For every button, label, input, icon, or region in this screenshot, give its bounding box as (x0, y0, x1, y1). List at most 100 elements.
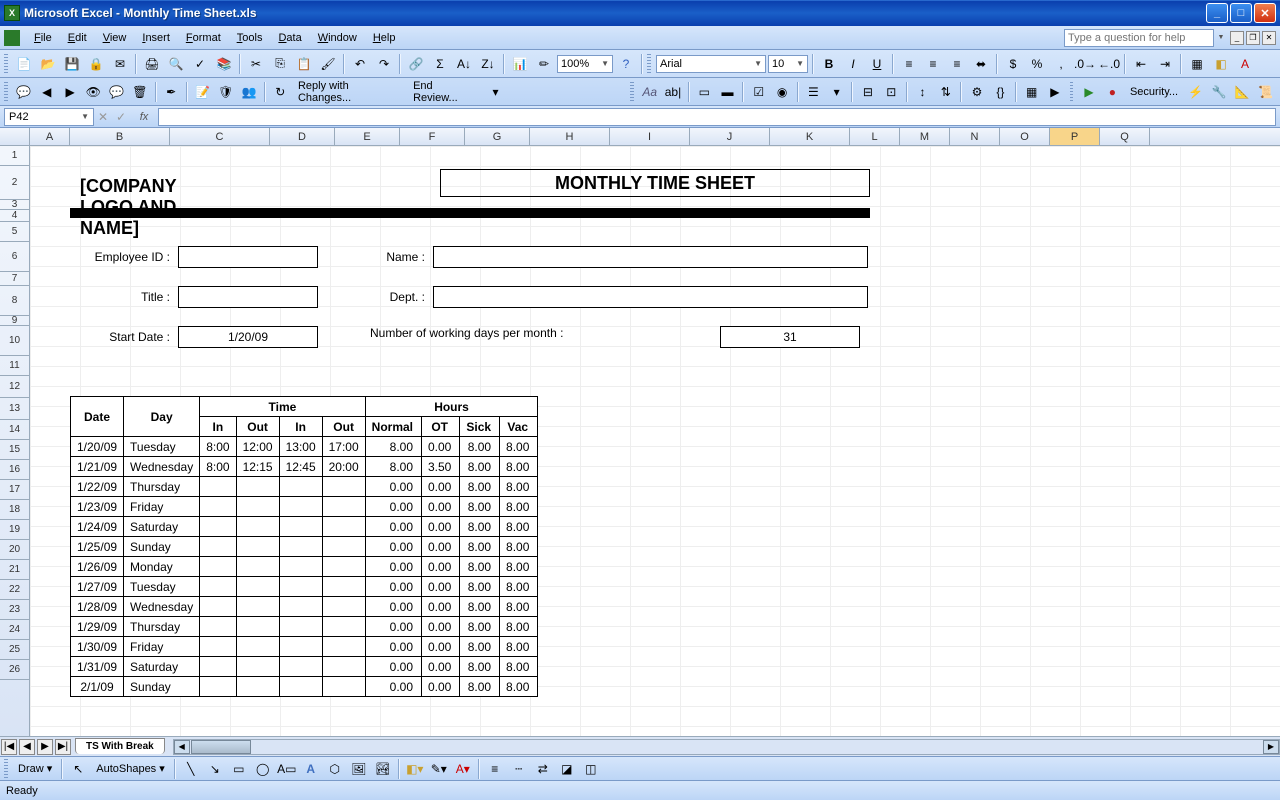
save-button[interactable]: 💾 (61, 53, 83, 75)
table-row[interactable]: 1/28/09Wednesday0.000.008.008.00 (71, 597, 538, 617)
table-row[interactable]: 1/27/09Tuesday0.000.008.008.00 (71, 577, 538, 597)
align-right-button[interactable]: ≡ (946, 53, 968, 75)
undo-button[interactable]: ↶ (349, 53, 371, 75)
workdays-field[interactable]: 31 (720, 326, 860, 348)
row-head-10[interactable]: 10 (0, 326, 29, 356)
clipart-button[interactable]: 🖼 (348, 758, 370, 780)
dash-style-button[interactable]: ┄ (508, 758, 530, 780)
align-left-button[interactable]: ≡ (898, 53, 920, 75)
new-button[interactable]: 📄 (13, 53, 35, 75)
row-head-20[interactable]: 20 (0, 540, 29, 560)
help-dropdown-icon[interactable]: ▼ (1214, 34, 1228, 41)
toolbar-handle[interactable] (4, 54, 8, 74)
macro-play-button[interactable]: ▶ (1078, 81, 1099, 103)
comma-button[interactable]: , (1050, 53, 1072, 75)
table-row[interactable]: 1/29/09Thursday0.000.008.008.00 (71, 617, 538, 637)
forms-properties-button[interactable]: ⚙ (966, 81, 987, 103)
new-comment-button[interactable]: 💬 (13, 81, 34, 103)
col-head-L[interactable]: L (850, 128, 900, 145)
close-button[interactable]: ✕ (1254, 3, 1276, 23)
menu-insert[interactable]: Insert (134, 29, 178, 47)
increase-indent-button[interactable]: ⇥ (1154, 53, 1176, 75)
table-row[interactable]: 1/20/09Tuesday8:0012:0013:0017:008.000.0… (71, 437, 538, 457)
col-head-C[interactable]: C (170, 128, 270, 145)
arrow-style-button[interactable]: ⇄ (532, 758, 554, 780)
row-head-11[interactable]: 11 (0, 356, 29, 376)
line-color-button[interactable]: ✎▾ (428, 758, 450, 780)
toolbar-handle[interactable] (630, 82, 634, 102)
3d-button[interactable]: ◫ (580, 758, 602, 780)
forms-group-button[interactable]: ▭ (694, 81, 715, 103)
security-button[interactable]: Security... (1125, 84, 1183, 100)
table-row[interactable]: 1/22/09Thursday0.000.008.008.00 (71, 477, 538, 497)
show-all-comments-button[interactable]: 💬 (106, 81, 127, 103)
col-head-D[interactable]: D (270, 128, 335, 145)
title-field[interactable] (178, 286, 318, 308)
bold-button[interactable]: B (818, 53, 840, 75)
forms-combo-list-button[interactable]: ⊟ (857, 81, 878, 103)
copy-button[interactable]: ⎘ (269, 53, 291, 75)
track-changes-button[interactable]: 📝 (192, 81, 213, 103)
col-head-H[interactable]: H (530, 128, 610, 145)
font-input[interactable]: Arial▼ (656, 55, 766, 73)
tab-first-button[interactable]: |◀ (1, 739, 17, 755)
row-head-17[interactable]: 17 (0, 480, 29, 500)
row-head-9[interactable]: 9 (0, 316, 29, 326)
cut-button[interactable]: ✂ (245, 53, 267, 75)
th-vac[interactable]: Vac (500, 417, 538, 437)
row-head-13[interactable]: 13 (0, 398, 29, 420)
merge-center-button[interactable]: ⬌ (970, 53, 992, 75)
toolbar-handle[interactable] (647, 54, 651, 74)
sort-desc-button[interactable]: Z↓ (477, 53, 499, 75)
table-row[interactable]: 1/31/09Saturday0.000.008.008.00 (71, 657, 538, 677)
horizontal-scrollbar[interactable]: ◀ ▶ (173, 739, 1280, 755)
tab-last-button[interactable]: ▶| (55, 739, 71, 755)
col-head-I[interactable]: I (610, 128, 690, 145)
diagram-button[interactable]: ⬡ (324, 758, 346, 780)
delete-comment-button[interactable]: 🗑 (129, 81, 150, 103)
menu-edit[interactable]: Edit (60, 29, 95, 47)
forms-spinner-button[interactable]: ⇅ (935, 81, 956, 103)
shadow-button[interactable]: ◪ (556, 758, 578, 780)
row-head-2[interactable]: 2 (0, 166, 29, 200)
row-head-8[interactable]: 8 (0, 286, 29, 316)
col-head-K[interactable]: K (770, 128, 850, 145)
th-out2[interactable]: Out (322, 417, 365, 437)
increase-decimal-button[interactable]: .0→ (1074, 53, 1096, 75)
currency-button[interactable]: $ (1002, 53, 1024, 75)
hyperlink-button[interactable]: 🔗 (405, 53, 427, 75)
menu-format[interactable]: Format (178, 29, 229, 47)
forms-combo-drop-button[interactable]: ⊡ (881, 81, 902, 103)
row-head-25[interactable]: 25 (0, 640, 29, 660)
font-color-button[interactable]: A (1234, 53, 1256, 75)
research-button[interactable]: 📚 (213, 53, 235, 75)
cancel-formula-button[interactable]: ✕ (94, 108, 112, 126)
forms-combo-button[interactable]: ▾ (826, 81, 847, 103)
forms-textbox-button[interactable]: ab| (662, 81, 683, 103)
toolbar-handle[interactable] (4, 759, 8, 779)
th-normal[interactable]: Normal (365, 417, 421, 437)
col-head-G[interactable]: G (465, 128, 530, 145)
col-head-Q[interactable]: Q (1100, 128, 1150, 145)
th-date[interactable]: Date (71, 397, 124, 437)
sheet-area[interactable]: [COMPANY LOGO AND NAME] MONTHLY TIME SHE… (30, 146, 1280, 736)
col-head-P[interactable]: P (1050, 128, 1100, 145)
col-head-B[interactable]: B (70, 128, 170, 145)
row-head-5[interactable]: 5 (0, 222, 29, 242)
timesheet-table[interactable]: Date Day Time Hours In Out In Out Normal… (70, 396, 538, 697)
autosum-button[interactable]: Σ (429, 53, 451, 75)
select-all-corner[interactable] (0, 128, 30, 145)
controls-button[interactable]: 🔧 (1208, 81, 1229, 103)
workbook-minimize-button[interactable]: _ (1230, 31, 1244, 45)
email-button[interactable]: ✉ (109, 53, 131, 75)
underline-button[interactable]: U (866, 53, 888, 75)
sheet-tab-active[interactable]: TS With Break (75, 738, 165, 754)
row-head-1[interactable]: 1 (0, 146, 29, 166)
rectangle-button[interactable]: ▭ (228, 758, 250, 780)
align-center-button[interactable]: ≡ (922, 53, 944, 75)
drawing-toggle-button[interactable]: ✏ (533, 53, 555, 75)
decrease-indent-button[interactable]: ⇤ (1130, 53, 1152, 75)
th-out1[interactable]: Out (236, 417, 279, 437)
help-search-input[interactable] (1064, 29, 1214, 47)
scroll-thumb[interactable] (191, 740, 251, 754)
